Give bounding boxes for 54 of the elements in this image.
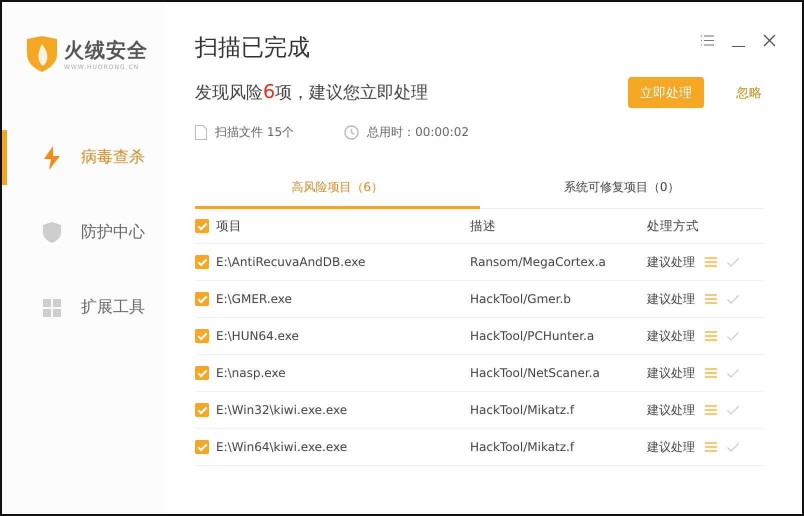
checkbox[interactable] xyxy=(195,403,209,417)
file-path: E:\GMER.exe xyxy=(216,292,292,306)
grid-icon xyxy=(43,298,61,316)
ignore-link[interactable]: 忽略 xyxy=(736,84,762,102)
action-text: 建议处理 xyxy=(647,438,695,456)
threat-name: HackTool/PCHunter.a xyxy=(470,329,594,343)
menu-icon[interactable] xyxy=(701,35,714,46)
action-text: 建议处理 xyxy=(647,290,695,308)
column-header: 描述 xyxy=(470,218,496,232)
threat-name: HackTool/Gmer.b xyxy=(470,292,571,306)
column-header: 项目 xyxy=(216,218,242,234)
action-text: 建议处理 xyxy=(647,402,695,418)
column-header: 处理方式 xyxy=(647,218,699,234)
check-icon[interactable] xyxy=(727,294,739,304)
stat-text: 扫描文件 15个 xyxy=(215,124,294,141)
page-title: 扫描已完成 xyxy=(195,34,310,63)
checkbox[interactable] xyxy=(195,292,209,306)
checkbox[interactable] xyxy=(195,255,209,269)
sidebar-item[interactable]: 防护中心 xyxy=(2,205,167,260)
threat-name: Ransom/MegaCortex.a xyxy=(470,255,606,269)
sidebar-item[interactable]: 扩展工具 xyxy=(2,280,167,335)
threat-name: HackTool/Mikatz.f xyxy=(470,440,574,454)
action-text: 建议处理 xyxy=(647,254,695,270)
file-path: E:\nasp.exe xyxy=(216,366,286,380)
check-icon[interactable] xyxy=(727,258,739,266)
file-path: E:\HUN64.exe xyxy=(216,329,299,343)
file-path: E:\Win32\kiwi.exe.exe xyxy=(216,403,348,417)
logo-icon xyxy=(26,36,58,72)
action-text: 建议处理 xyxy=(647,328,695,344)
check-icon[interactable] xyxy=(727,332,739,340)
file-path: E:\AntiRecuvaAndDB.exe xyxy=(216,255,366,269)
file-icon xyxy=(195,125,207,140)
tab[interactable]: 系统可修复项目（0） xyxy=(480,173,764,209)
checkbox[interactable] xyxy=(195,219,209,233)
checkbox[interactable] xyxy=(195,440,209,454)
stat-text: 总用时：00:00:02 xyxy=(367,124,469,141)
lightning-icon xyxy=(43,146,61,170)
close-icon[interactable] xyxy=(763,34,776,47)
sidebar-item[interactable]: 病毒查杀 xyxy=(2,130,167,185)
handle-now-button[interactable]: 立即处理 xyxy=(628,77,704,108)
check-icon[interactable] xyxy=(727,442,739,452)
checkbox[interactable] xyxy=(195,366,209,380)
brand-name: 火绒安全 xyxy=(64,37,148,64)
shield-icon xyxy=(43,222,61,243)
check-icon[interactable] xyxy=(727,406,739,414)
tab[interactable]: 高风险项目（6） xyxy=(195,173,480,209)
threat-name: HackTool/NetScaner.a xyxy=(470,366,600,380)
threat-name: HackTool/Mikatz.f xyxy=(470,403,574,417)
risk-summary: 发现风险6项，建议您立即处理 xyxy=(195,81,430,104)
action-text: 建议处理 xyxy=(647,364,695,382)
clock-icon xyxy=(344,125,360,140)
check-icon[interactable] xyxy=(727,368,739,378)
file-path: E:\Win64\kiwi.exe.exe xyxy=(216,440,348,454)
checkbox[interactable] xyxy=(195,329,209,343)
